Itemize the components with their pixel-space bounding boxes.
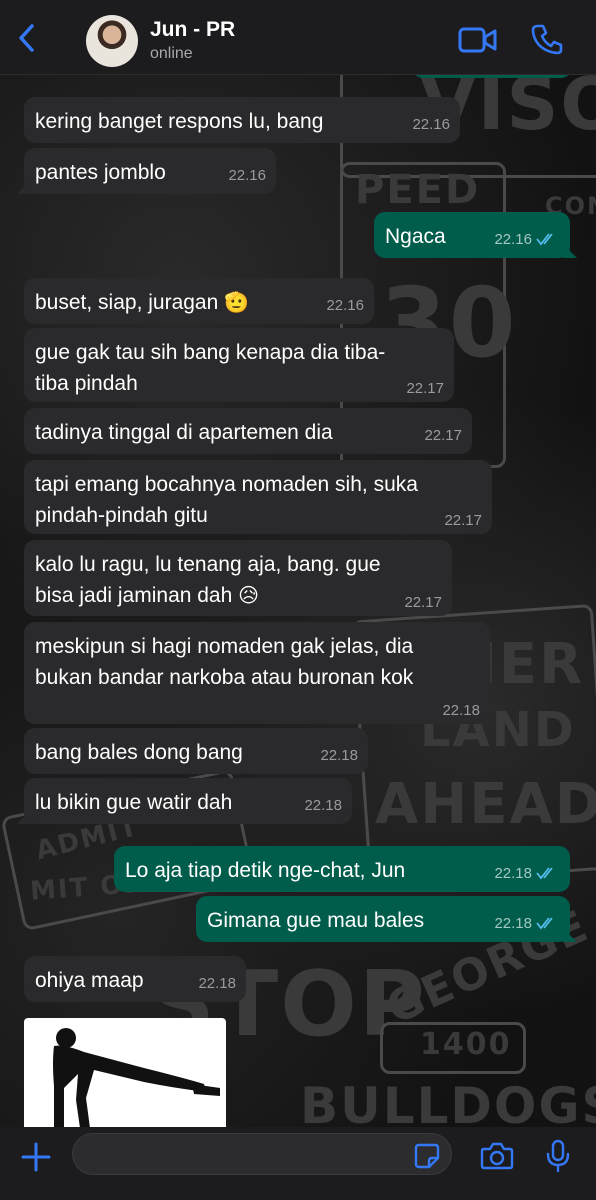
message-text: Ngaca [385, 225, 446, 248]
message-body: buset, siap, juragan [35, 291, 219, 314]
message-text: tapi emang bocahnya nomaden sih, suka pi… [35, 473, 418, 527]
message-time: 22.18 [198, 975, 236, 992]
message-time: 22.18 [304, 797, 342, 814]
message-time: 22.17 [444, 512, 482, 529]
microphone-icon [546, 1139, 570, 1173]
message-time: 22.18 [494, 865, 532, 882]
sticker-icon [414, 1143, 440, 1169]
incoming-message[interactable]: meskipun si hagi nomaden gak jelas, dia … [24, 622, 490, 724]
message-time: 22.16 [412, 116, 450, 133]
message-time: 22.17 [424, 427, 462, 444]
video-call-button[interactable] [458, 24, 498, 56]
attach-button[interactable] [20, 1141, 52, 1173]
sad-relieved-face-emoji: 😥 [238, 583, 259, 607]
sticker-button[interactable] [414, 1143, 440, 1169]
video-camera-icon [458, 27, 497, 53]
message-text: meskipun si hagi nomaden gak jelas, dia … [35, 635, 414, 689]
incoming-message[interactable]: kalo lu ragu, lu tenang aja, bang. gue b… [24, 540, 452, 616]
message-text: Lo aja tiap detik nge-chat, Jun [125, 859, 406, 882]
message-list[interactable]: kering banget respons lu, bang 22.16 pan… [0, 72, 596, 1127]
message-text: lu bikin gue watir dah [35, 791, 233, 814]
message-text: buset, siap, juragan 🫡 [35, 287, 249, 318]
camera-icon [480, 1142, 514, 1170]
chevron-left-icon [19, 24, 34, 52]
chat-header: Jun - PR online [0, 0, 596, 75]
message-text: kering banget respons lu, bang [35, 110, 324, 133]
message-composer [0, 1127, 596, 1200]
outgoing-message[interactable]: Gimana gue mau bales 22.18 [196, 896, 570, 942]
message-time: 22.16 [494, 231, 532, 248]
message-time: 22.17 [406, 380, 444, 397]
message-time: 22.16 [326, 297, 364, 314]
microphone-button[interactable] [546, 1139, 570, 1173]
outgoing-message[interactable]: Ngaca 22.16 [374, 212, 570, 258]
message-text: kalo lu ragu, lu tenang aja, bang. gue b… [35, 549, 381, 611]
incoming-message[interactable]: lu bikin gue watir dah 22.18 [24, 778, 352, 824]
incoming-message[interactable]: buset, siap, juragan 🫡 22.16 [24, 278, 374, 324]
read-receipt-icon [536, 233, 553, 246]
message-text: bang bales dong bang [35, 741, 243, 764]
message-body: kalo lu ragu, lu tenang aja, bang. gue b… [35, 553, 381, 607]
contact-name[interactable]: Jun - PR [150, 18, 235, 42]
incoming-message[interactable]: kering banget respons lu, bang 22.16 [24, 97, 460, 143]
message-time: 22.16 [228, 167, 266, 184]
contact-status: online [150, 45, 193, 62]
read-receipt-icon [536, 867, 553, 880]
incoming-message[interactable]: gue gak tau sih bang kenapa dia tiba- ti… [24, 328, 454, 402]
incoming-message[interactable]: ohiya maap 22.18 [24, 956, 246, 1002]
read-receipt-icon [536, 917, 553, 930]
incoming-message[interactable]: tapi emang bocahnya nomaden sih, suka pi… [24, 460, 492, 534]
message-input[interactable] [72, 1133, 452, 1175]
outgoing-message[interactable]: Lo aja tiap detik nge-chat, Jun 22.18 [114, 846, 570, 892]
back-button[interactable] [12, 22, 44, 54]
message-text: ohiya maap [35, 969, 144, 992]
message-text: pantes jomblo [35, 161, 166, 184]
message-text: tadinya tinggal di apartemen dia [35, 421, 333, 444]
camera-button[interactable] [480, 1141, 514, 1171]
message-time: 22.18 [320, 747, 358, 764]
message-time: 22.18 [442, 702, 480, 719]
saluting-face-emoji: 🫡 [224, 290, 250, 314]
incoming-message[interactable]: pantes jomblo 22.16 [24, 148, 276, 194]
message-time: 22.17 [404, 594, 442, 611]
incoming-message[interactable]: tadinya tinggal di apartemen dia 22.17 [24, 408, 472, 454]
message-time: 22.18 [494, 915, 532, 932]
push-up-silhouette-image [53, 1028, 220, 1127]
message-text: Gimana gue mau bales [207, 909, 425, 932]
incoming-message[interactable]: bang bales dong bang 22.18 [24, 728, 368, 774]
voice-call-button[interactable] [530, 22, 564, 56]
message-text: gue gak tau sih bang kenapa dia tiba- ti… [35, 341, 386, 395]
image-message[interactable] [24, 1018, 226, 1127]
phone-icon [531, 24, 563, 55]
contact-avatar[interactable] [86, 15, 138, 67]
plus-icon [21, 1142, 51, 1172]
